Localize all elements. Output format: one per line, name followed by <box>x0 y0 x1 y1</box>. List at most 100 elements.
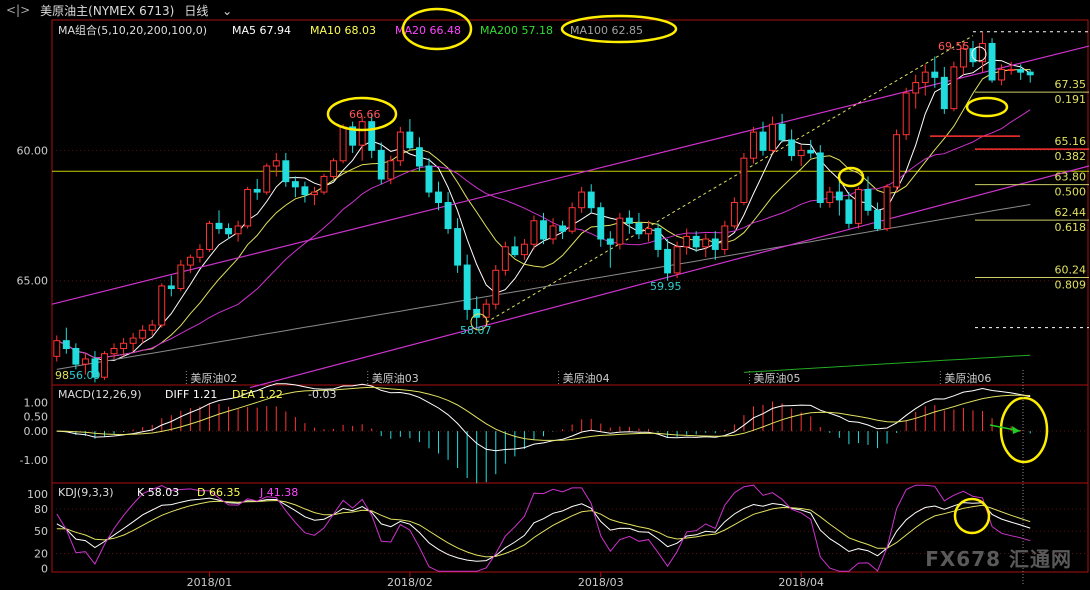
candle-body <box>931 71 939 78</box>
candle-body <box>282 160 290 183</box>
fib-ratio-label: 0.809 <box>1055 278 1087 291</box>
candle-body <box>597 207 605 240</box>
candle-body <box>415 147 423 167</box>
candle-body <box>339 126 347 162</box>
candle-body <box>1026 71 1034 76</box>
ma-legend-item: MA100 62.85 <box>570 24 643 37</box>
candle-body <box>807 149 815 154</box>
candle-body <box>998 69 1006 81</box>
candle-body <box>559 225 567 232</box>
candle-body <box>921 71 929 84</box>
candle-body <box>186 256 194 266</box>
low-label-1: 58.07 <box>460 324 492 337</box>
macd-diff-value: DIFF 1.21 <box>165 388 217 401</box>
contract-label: 美原油04 <box>563 371 610 385</box>
candle-body <box>215 222 223 230</box>
candle-body <box>797 149 805 157</box>
fib-ratio-label: 0.618 <box>1055 221 1087 234</box>
candle-body <box>511 246 519 256</box>
kdj-k-line <box>56 497 1031 562</box>
kdj-d-value: D 66.35 <box>197 486 240 499</box>
low-label-2: 59.95 <box>650 280 682 293</box>
fib-price-label: 62.44 <box>1055 206 1087 219</box>
title-bar: <|> 美原油主(NYMEX 6713) 日线 ⌄ <box>0 0 1090 20</box>
candle-body <box>854 188 862 224</box>
nav-arrows-icon[interactable]: <|> <box>6 3 30 17</box>
candle-body <box>1007 69 1015 72</box>
candle-body <box>301 186 309 196</box>
fib-ratio-label: 0.382 <box>1055 150 1087 163</box>
candle-body <box>501 246 509 271</box>
candle-body <box>406 131 414 149</box>
date-label: 2018/02 <box>387 576 433 589</box>
candle-body <box>864 188 872 211</box>
highlight-circle-recent <box>965 96 1009 118</box>
candle-body <box>730 202 738 227</box>
candle-body <box>520 243 528 256</box>
candle-body <box>101 353 108 378</box>
candle-body <box>540 220 547 240</box>
candle-body <box>81 358 89 365</box>
candle-body <box>530 220 538 245</box>
candle-body <box>225 228 233 235</box>
kdj-tick-label: 100 <box>27 488 48 501</box>
candle-body <box>463 264 471 310</box>
candle-body <box>62 340 70 349</box>
ma200-line <box>743 354 1031 373</box>
candle-body <box>396 131 404 162</box>
kdj-k-value: K 58.03 <box>137 486 179 499</box>
ma-legend-item: MA5 67.94 <box>232 24 291 37</box>
candle-body <box>368 121 376 151</box>
candle-body <box>778 123 786 141</box>
candle-body <box>711 238 719 250</box>
candle-body <box>759 131 767 151</box>
candle-body <box>654 228 662 250</box>
highlight-circle-kdj <box>953 497 991 535</box>
chevron-down-icon: ⌄ <box>218 3 233 18</box>
candle-body <box>158 285 166 326</box>
candle-body <box>692 235 700 248</box>
low-label-3: 56.09 <box>69 369 101 382</box>
candle-body <box>912 82 920 94</box>
fib-ratio-label: 0.191 <box>1055 93 1087 106</box>
price-tick-label: 60.00 <box>17 144 49 157</box>
candle-body <box>129 337 137 344</box>
ma-group-label: MA组合(5,10,20,200,100,0) <box>58 23 207 37</box>
candle-body <box>72 348 80 365</box>
candle-body <box>606 238 614 245</box>
kdj-tick-label: 50 <box>34 525 48 538</box>
candle-body <box>139 329 147 339</box>
candle-body <box>702 238 710 248</box>
candle-body <box>568 207 576 232</box>
watermark: FX678 汇通网 <box>925 547 1072 571</box>
candle-body <box>635 222 643 235</box>
candle-body <box>721 225 729 250</box>
period-dropdown[interactable]: 日线 ⌄ <box>184 2 242 19</box>
candle-body <box>578 191 586 209</box>
date-label: 2018/03 <box>578 576 624 589</box>
candle-body <box>454 228 462 266</box>
candle-body <box>53 340 61 357</box>
candle-body <box>387 160 395 180</box>
candle-body <box>253 188 261 193</box>
fibonacci-levels: 67.35 0.191 65.16 0.382 63.80 0.500 62.44 0.618… <box>930 78 1089 329</box>
contract-label: 美原油03 <box>372 371 419 385</box>
candle-body <box>177 264 185 290</box>
fib-price-label: 60.24 <box>1055 263 1087 276</box>
candle-body <box>1017 69 1025 73</box>
candle-body <box>473 308 481 318</box>
contract-label: 美原油05 <box>753 371 800 385</box>
candle-body <box>988 42 996 81</box>
candles <box>53 31 1034 383</box>
candle-body <box>902 92 910 136</box>
candle-body <box>148 324 156 331</box>
macd-tick-label: 0.00 <box>24 425 49 438</box>
kdj-tick-label: 20 <box>34 547 48 560</box>
lower-channel-line <box>249 165 1090 389</box>
fib-price-label: 63.80 <box>1055 171 1087 184</box>
candle-body <box>883 186 891 230</box>
ma-legend-item: MA200 57.18 <box>480 24 553 37</box>
candle-body <box>664 248 672 274</box>
candle-body <box>310 191 318 196</box>
candlestick-chart[interactable]: 67.350.19165.160.38263.800.50062.440.618… <box>0 0 1090 590</box>
